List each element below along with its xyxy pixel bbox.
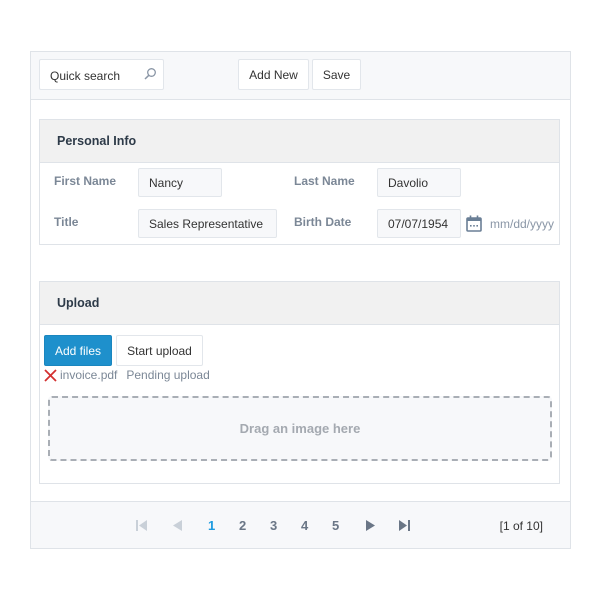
prev-page-button[interactable] [171, 517, 183, 533]
title-label: Title [54, 215, 79, 229]
date-format-hint: mm/dd/yyyy [490, 217, 555, 231]
title-field[interactable]: Sales Representative [138, 209, 277, 238]
calendar-icon[interactable] [466, 215, 482, 232]
last-name-field[interactable]: Davolio [377, 168, 461, 197]
dropzone-text: Drag an image here [239, 421, 361, 436]
add-files-button[interactable]: Add files [44, 335, 112, 366]
file-status: Pending upload [126, 368, 210, 382]
upload-panel: Upload Add files Start upload invoice.pd… [39, 281, 560, 484]
page-4-button[interactable]: 4 [301, 517, 308, 533]
search-icon [144, 68, 156, 80]
personal-info-panel: Personal Info First Name Nancy Last Name… [39, 119, 560, 245]
personal-info-header: Personal Info [40, 120, 559, 163]
start-upload-button[interactable]: Start upload [116, 335, 203, 366]
page-2-button[interactable]: 2 [239, 517, 246, 533]
first-name-label: First Name [54, 174, 117, 188]
birth-date-label: Birth Date [294, 215, 352, 229]
page-1-button[interactable]: 1 [208, 517, 215, 533]
form-widget: Quick search Add New Save Personal Info … [30, 51, 571, 549]
prev-page-icon [173, 519, 182, 531]
first-page-button[interactable] [135, 517, 149, 533]
upload-file-item: invoice.pdf Pending upload [44, 368, 210, 382]
save-button[interactable]: Save [312, 59, 361, 90]
first-page-icon [136, 519, 147, 531]
upload-header: Upload [40, 282, 559, 325]
quick-search-input[interactable]: Quick search [39, 59, 164, 90]
page-5-button[interactable]: 5 [332, 517, 339, 533]
remove-x-icon[interactable] [44, 368, 57, 382]
first-name-field[interactable]: Nancy [138, 168, 222, 197]
last-page-button[interactable] [398, 517, 412, 533]
last-name-label: Last Name [294, 174, 355, 188]
pager: 1 2 3 4 5 [1 of 10] [31, 501, 570, 548]
add-new-button[interactable]: Add New [238, 59, 309, 90]
last-page-icon [399, 519, 410, 531]
next-page-button[interactable] [365, 517, 377, 533]
page-3-button[interactable]: 3 [270, 517, 277, 533]
birth-date-field[interactable]: 07/07/1954 [377, 209, 461, 238]
file-name: invoice.pdf [60, 368, 118, 382]
toolbar: Quick search Add New Save [31, 52, 570, 100]
page-info: [1 of 10] [499, 519, 543, 533]
search-placeholder: Quick search [50, 69, 121, 83]
next-page-icon [366, 519, 375, 531]
image-dropzone[interactable]: Drag an image here [48, 396, 552, 461]
